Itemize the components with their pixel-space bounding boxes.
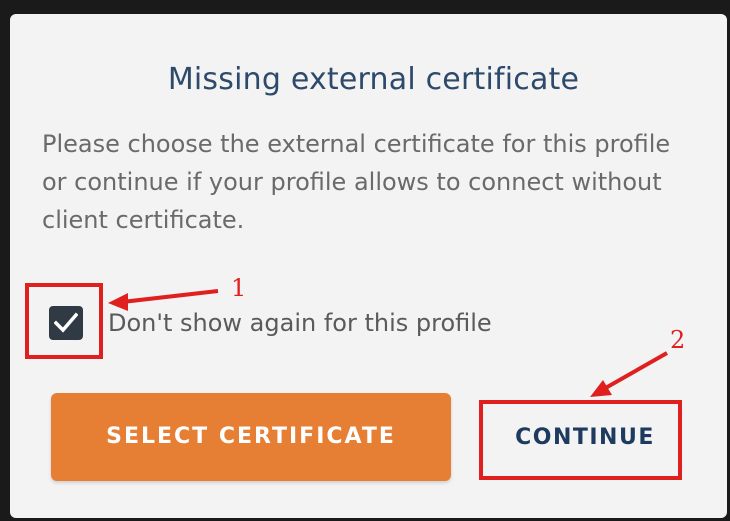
annotation-arrow-1 bbox=[121, 289, 219, 304]
screenshot-stage: Missing external certificate Please choo… bbox=[0, 0, 730, 521]
annotation-arrows bbox=[108, 289, 668, 397]
annotation-arrowhead-1 bbox=[108, 293, 128, 311]
annotation-arrow-2 bbox=[601, 351, 668, 392]
annotation-arrowhead-2 bbox=[590, 380, 612, 397]
